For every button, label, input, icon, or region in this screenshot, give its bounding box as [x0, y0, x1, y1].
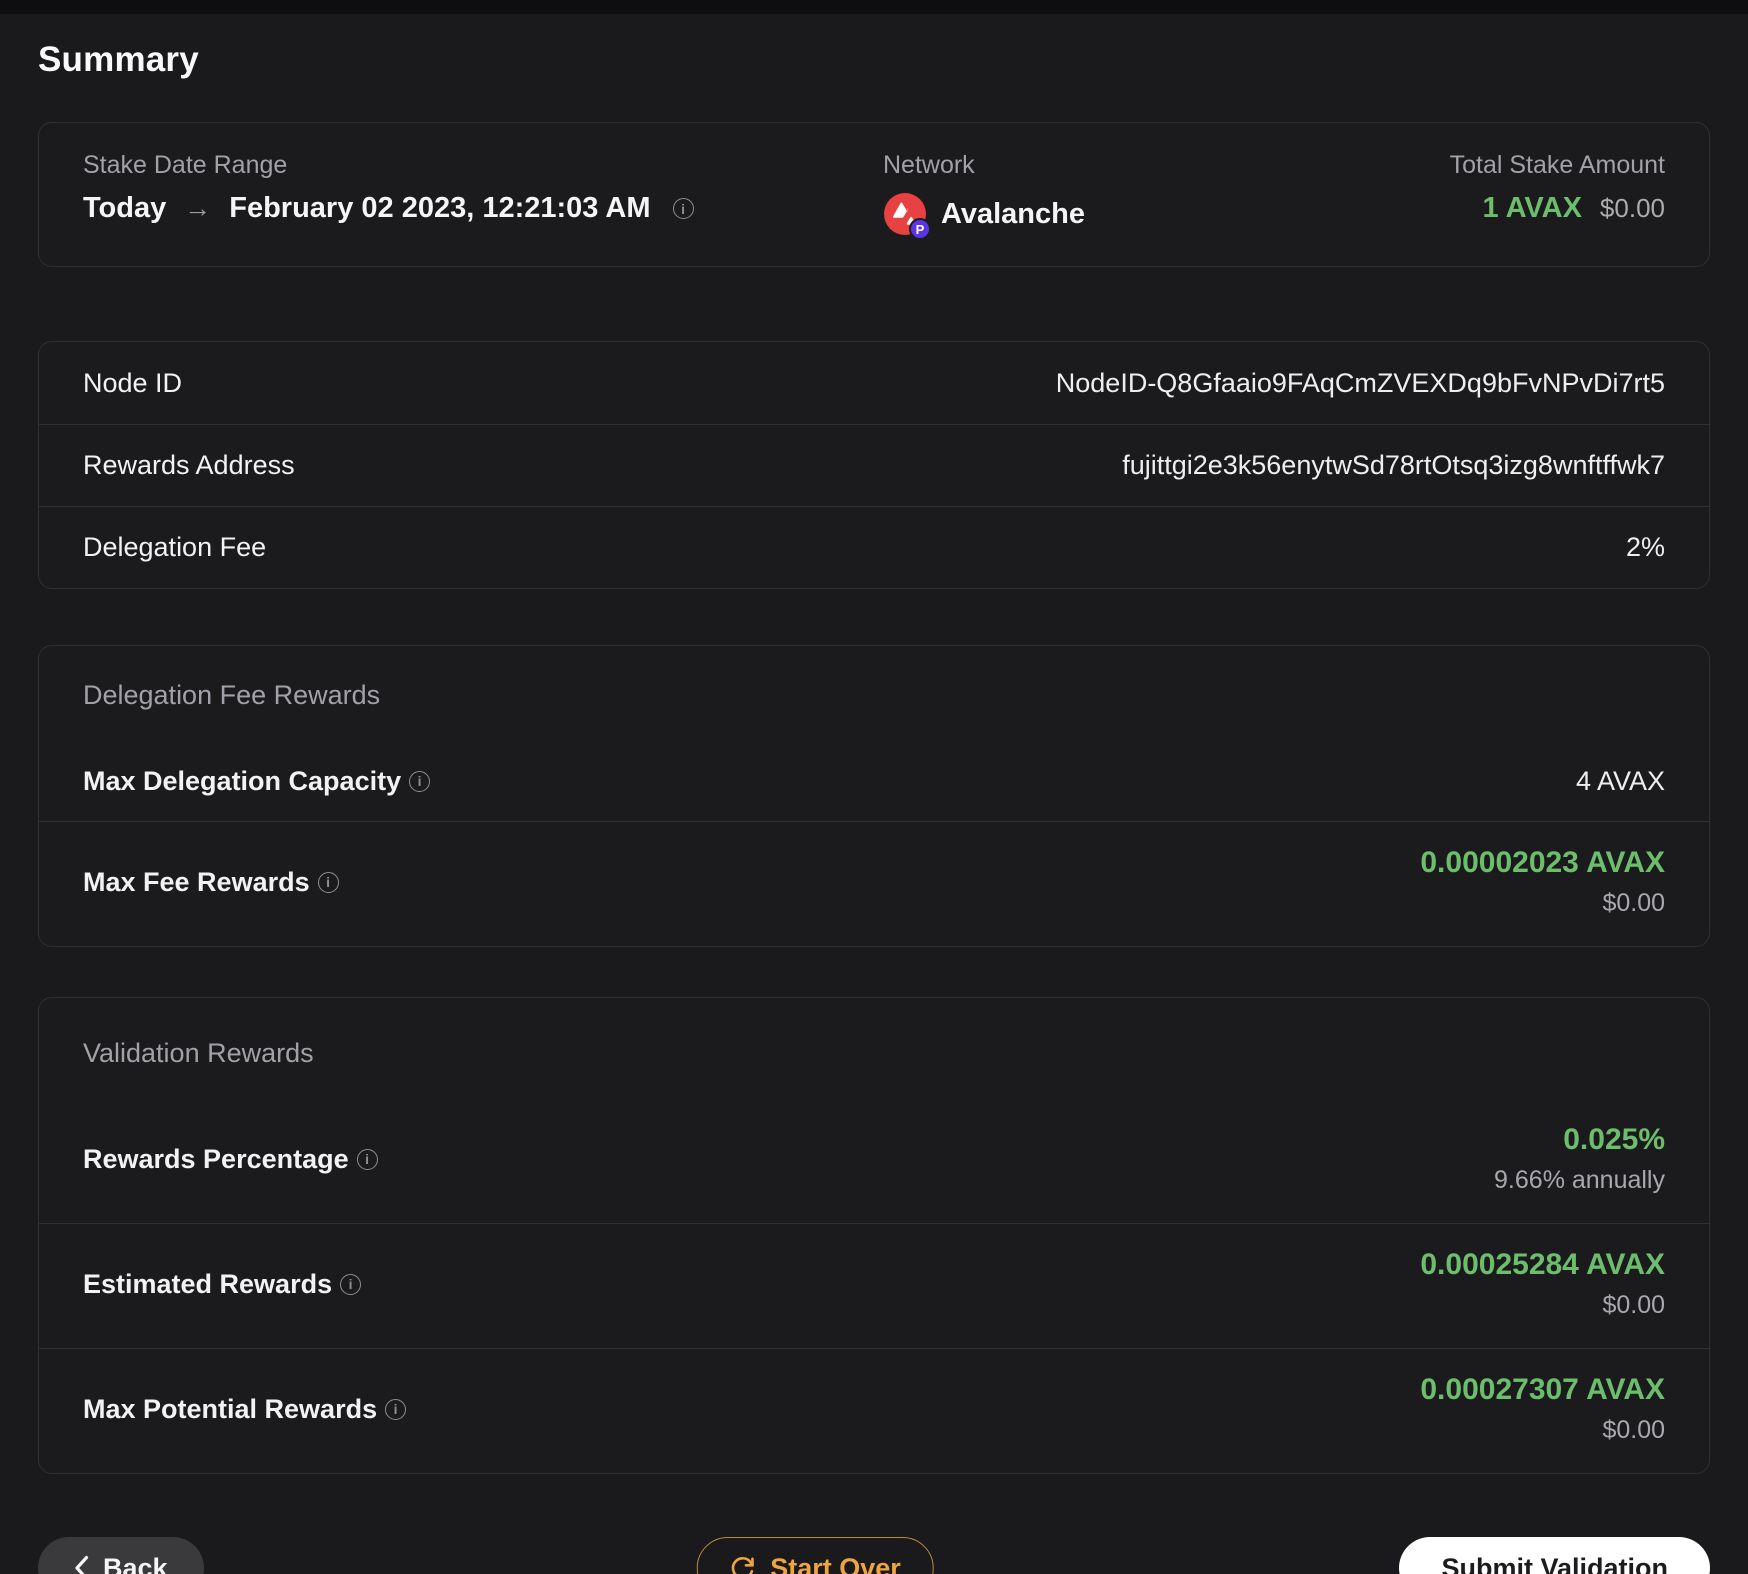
action-bar: Back Start Over Submit Validation: [38, 1536, 1710, 1574]
info-icon[interactable]: i: [356, 1148, 378, 1170]
info-icon[interactable]: i: [340, 1273, 362, 1295]
total-stake-label: Total Stake Amount: [1449, 151, 1665, 179]
summary-overview-card: Stake Date Range Today → February 02 202…: [38, 122, 1710, 267]
stake-date-from: Today: [83, 192, 167, 224]
node-id-value: NodeID-Q8Gfaaio9FAqCmZVEXDq9bFvNPvDi7rt5: [1055, 367, 1665, 398]
rewards-percentage-text: Rewards Percentage: [83, 1143, 349, 1174]
rewards-percentage-value-block: 0.025% 9.66% annually: [1494, 1123, 1665, 1195]
submit-validation-button[interactable]: Submit Validation: [1399, 1537, 1710, 1574]
delegation-fee-rewards-title: Delegation Fee Rewards: [83, 680, 381, 710]
estimated-rewards-value: 0.00025284 AVAX: [1420, 1248, 1665, 1281]
p-chain-badge: P: [909, 218, 931, 240]
info-icon[interactable]: i: [409, 770, 431, 792]
validation-rewards-title: Validation Rewards: [83, 1038, 314, 1068]
max-potential-rewards-row: Max Potential Rewards i 0.00027307 AVAX …: [39, 1348, 1709, 1473]
total-stake-field: Total Stake Amount 1 AVAX $0.00: [1450, 151, 1665, 225]
total-stake-usd: $0.00: [1599, 193, 1665, 223]
rewards-percentage-value: 0.025%: [1563, 1123, 1665, 1156]
rewards-percentage-label: Rewards Percentage i: [83, 1144, 378, 1175]
rewards-percentage-annual: 9.66% annually: [1494, 1166, 1665, 1194]
estimated-rewards-usd: $0.00: [1602, 1291, 1665, 1319]
total-stake-value: 1 AVAX $0.00: [1450, 192, 1665, 225]
submit-validation-label: Submit Validation: [1441, 1552, 1668, 1574]
node-id-label: Node ID: [83, 367, 183, 398]
start-over-button[interactable]: Start Over: [697, 1537, 934, 1574]
max-potential-rewards-usd: $0.00: [1602, 1416, 1665, 1444]
arrow-right-icon: →: [184, 193, 212, 223]
max-fee-rewards-row: Max Fee Rewards i 0.00002023 AVAX $0.00: [39, 821, 1709, 946]
delegation-fee-rewards-card: Delegation Fee Rewards Max Delegation Ca…: [38, 645, 1710, 947]
info-icon[interactable]: i: [317, 871, 339, 893]
max-potential-rewards-value: 0.00027307 AVAX: [1420, 1373, 1665, 1406]
max-fee-rewards-usd: $0.00: [1602, 889, 1665, 917]
network-value: P Avalanche: [883, 192, 1450, 240]
max-delegation-capacity-text: Max Delegation Capacity: [83, 765, 402, 796]
stake-date-to: February 02 2023, 12:21:03 AM: [229, 192, 651, 224]
estimated-rewards-label: Estimated Rewards i: [83, 1268, 362, 1300]
max-delegation-capacity-value: 4 AVAX: [1575, 765, 1665, 796]
estimated-rewards-row: Estimated Rewards i 0.00025284 AVAX $0.0…: [39, 1223, 1709, 1348]
start-over-button-label: Start Over: [770, 1552, 901, 1574]
network-label: Network: [883, 151, 975, 179]
rewards-percentage-row: Rewards Percentage i 0.025% 9.66% annual…: [39, 1099, 1709, 1223]
back-button-label: Back: [103, 1552, 168, 1574]
chevron-left-icon: [75, 1555, 89, 1574]
max-delegation-capacity-label: Max Delegation Capacity i: [83, 765, 431, 797]
max-potential-rewards-value-block: 0.00027307 AVAX $0.00: [1420, 1373, 1665, 1445]
stake-date-range-value: Today → February 02 2023, 12:21:03 AM i: [83, 192, 883, 225]
rewards-address-label: Rewards Address: [83, 450, 295, 480]
max-potential-rewards-label: Max Potential Rewards i: [83, 1393, 407, 1425]
max-fee-rewards-text: Max Fee Rewards: [83, 866, 310, 897]
delegation-fee-value: 2%: [1625, 532, 1665, 562]
rewards-address-value: fujittgi2e3k56enytwSd78rtOtsq3izg8wnftff…: [1122, 450, 1665, 480]
total-stake-amount: 1 AVAX: [1482, 192, 1582, 224]
stake-date-range-field: Stake Date Range Today → February 02 202…: [83, 151, 883, 225]
max-fee-rewards-value-block: 0.00002023 AVAX $0.00: [1420, 846, 1665, 918]
top-edge-strip: [0, 0, 1748, 14]
table-row-rewards-address: Rewards Address fujittgi2e3k56enytwSd78r…: [39, 424, 1709, 506]
estimated-rewards-text: Estimated Rewards: [83, 1268, 333, 1299]
network-field: Network P Avalanche: [883, 151, 1450, 240]
estimated-rewards-value-block: 0.00025284 AVAX $0.00: [1420, 1248, 1665, 1320]
validation-rewards-card: Validation Rewards Rewards Percentage i …: [38, 997, 1710, 1474]
max-potential-rewards-text: Max Potential Rewards: [83, 1393, 378, 1424]
max-delegation-capacity-row: Max Delegation Capacity i 4 AVAX: [39, 741, 1709, 821]
table-row-node-id: Node ID NodeID-Q8Gfaaio9FAqCmZVEXDq9bFvN…: [39, 342, 1709, 424]
avalanche-network-icon: P: [883, 192, 931, 240]
page-title: Summary: [38, 40, 199, 79]
restart-icon: [732, 1556, 755, 1574]
max-fee-rewards-label: Max Fee Rewards i: [83, 867, 339, 898]
info-icon[interactable]: i: [385, 1398, 407, 1420]
stake-date-range-label: Stake Date Range: [83, 151, 288, 179]
node-details-card: Node ID NodeID-Q8Gfaaio9FAqCmZVEXDq9bFvN…: [38, 341, 1710, 589]
table-row-delegation-fee: Delegation Fee 2%: [39, 506, 1709, 588]
max-fee-rewards-value: 0.00002023 AVAX: [1420, 846, 1665, 879]
delegation-fee-label: Delegation Fee: [83, 532, 267, 562]
back-button[interactable]: Back: [38, 1537, 204, 1574]
info-icon[interactable]: i: [672, 198, 694, 219]
network-name: Avalanche: [941, 197, 1085, 230]
